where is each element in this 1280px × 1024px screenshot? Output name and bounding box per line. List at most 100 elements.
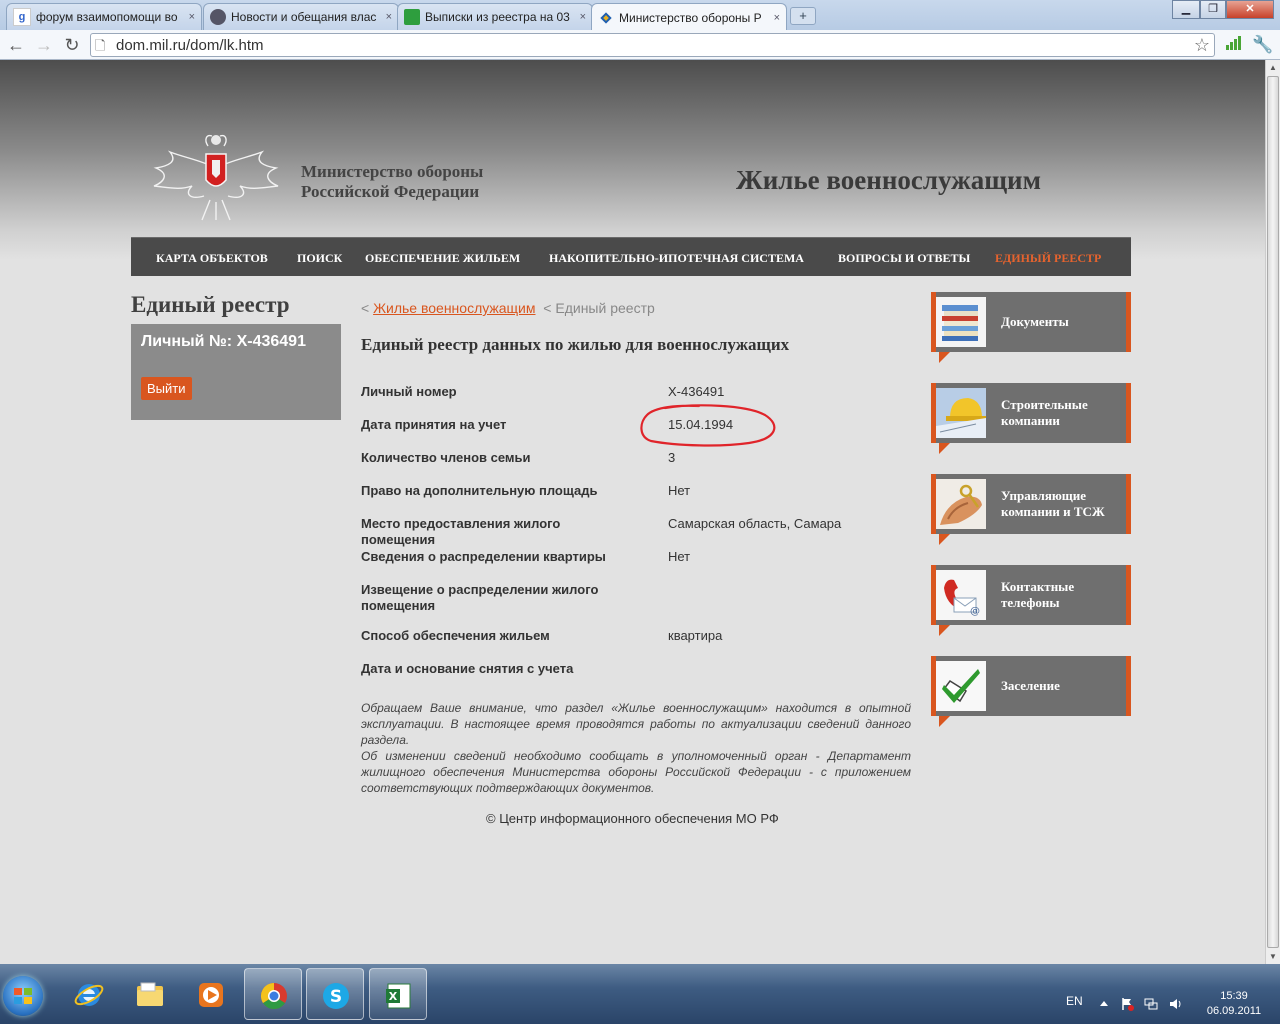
scrollbar-thumb[interactable]	[1267, 76, 1279, 948]
volume-icon[interactable]	[1168, 997, 1182, 1011]
taskbar-app-active[interactable]	[244, 968, 302, 1020]
tab-close-icon[interactable]: ×	[774, 12, 780, 24]
forward-arrow-icon[interactable]: →	[33, 34, 55, 56]
site-title: Жилье военнослужащим	[736, 165, 1042, 195]
row-value: Самарская область, Самара	[668, 516, 842, 531]
taskbar-app[interactable]: X	[369, 968, 427, 1020]
row-label: Извещение о распределении жилого помещен…	[361, 582, 599, 613]
explorer-folder-icon	[137, 982, 163, 1006]
main-navigation: КАРТА ОБЪЕКТОВ ПОИСК ОБЕСПЕЧЕНИЕ ЖИЛЬЕМ …	[131, 237, 1131, 276]
svg-text:S: S	[330, 987, 342, 1007]
vertical-scrollbar[interactable]: ▲ ▼	[1265, 60, 1280, 964]
row-label: Сведения о распределении квартиры	[361, 549, 606, 564]
nav-item-faq[interactable]: ВОПРОСЫ И ОТВЕТЫ	[838, 251, 970, 266]
breadcrumb-separator: <	[361, 300, 370, 316]
row-label: Способ обеспечения жильем	[361, 628, 550, 643]
svg-text:@: @	[970, 606, 980, 617]
sidebar-item-management[interactable]: Управляющие компании и ТСЖ	[931, 474, 1131, 545]
browser-tab-active[interactable]: Министерство обороны Р ×	[591, 3, 787, 31]
taskbar-app[interactable]	[121, 968, 179, 1020]
nav-item-housing[interactable]: ОБЕСПЕЧЕНИЕ ЖИЛЬЕМ	[365, 251, 520, 266]
scroll-up-arrow-icon[interactable]: ▲	[1266, 60, 1280, 75]
row-value: Нет	[668, 483, 691, 498]
maximize-button[interactable]: ❐	[1200, 0, 1226, 19]
keys-icon	[936, 479, 986, 529]
clock-time: 15:39	[1220, 990, 1248, 1002]
wrench-icon[interactable]: 🔧	[1252, 35, 1273, 55]
nav-item-search[interactable]: ПОИСК	[297, 251, 342, 266]
tab-close-icon[interactable]: ×	[580, 11, 586, 23]
annotation-circle	[640, 404, 776, 447]
browser-tab-bar: g форум взаимопомощи во × Новости и обещ…	[0, 0, 1280, 31]
ministry-name-line1: Министерство обороны	[301, 162, 484, 181]
phone-icon: @	[936, 570, 986, 620]
sidebar-item-documents[interactable]: Документы	[931, 292, 1131, 363]
web-page: Министерство обороны Российской Федераци…	[0, 60, 1265, 964]
excel-icon: X	[386, 983, 411, 1009]
notice-text: Обращаем Ваше внимание, что раздел «Жиль…	[361, 700, 911, 796]
taskbar-app[interactable]: S	[306, 968, 364, 1020]
minimize-button[interactable]: ▁	[1172, 0, 1200, 19]
row-label: Дата и основание снятия с учета	[361, 661, 574, 676]
sidebar-item-settlement[interactable]: Заселение	[931, 656, 1131, 727]
row-label: Дата принятия на учет	[361, 417, 507, 432]
new-tab-button[interactable]: +	[790, 7, 816, 25]
address-bar[interactable]: 🗋 dom.mil.ru/dom/lk.htm ☆	[90, 33, 1215, 57]
row-label: Право на дополнительную площадь	[361, 483, 598, 498]
browser-toolbar: ← → ↻ 🗋 dom.mil.ru/dom/lk.htm ☆	[0, 30, 1280, 60]
row-label: Количество членов семьи	[361, 450, 531, 465]
checkmark-icon	[936, 661, 986, 711]
nav-item-mortgage[interactable]: НАКОПИТЕЛЬНО-ИПОТЕЧНАЯ СИСТЕМА	[549, 251, 804, 266]
tab-close-icon[interactable]: ×	[386, 11, 392, 23]
nav-item-map[interactable]: КАРТА ОБЪЕКТОВ	[156, 251, 268, 266]
bookmark-star-icon[interactable]: ☆	[1194, 35, 1210, 56]
chrome-icon	[260, 982, 287, 1010]
row-label: Личный номер	[361, 384, 457, 399]
row-value: квартира	[668, 628, 723, 643]
emblem-eagle-icon	[153, 134, 279, 221]
sidebar-item-construction[interactable]: Строительные компании	[931, 383, 1131, 454]
breadcrumb-link[interactable]: Жилье военнослужащим	[373, 300, 535, 316]
clock-date: 06.09.2011	[1206, 1005, 1262, 1017]
account-panel: Личный №: Х-436491 Выйти	[131, 324, 341, 420]
sidebar-item-label: Документы	[1001, 314, 1069, 329]
documents-icon	[936, 297, 986, 347]
tab-close-icon[interactable]: ×	[189, 11, 195, 23]
network-icon[interactable]	[1144, 997, 1158, 1011]
media-player-icon	[199, 983, 223, 1007]
reload-icon[interactable]: ↻	[61, 34, 83, 56]
taskbar-app[interactable]	[182, 968, 240, 1020]
nav-item-registry[interactable]: ЕДИНЫЙ РЕЕСТР	[995, 251, 1101, 266]
tray-arrow-icon[interactable]	[1097, 997, 1111, 1011]
scroll-down-arrow-icon[interactable]: ▼	[1266, 949, 1280, 964]
ministry-name: Министерство обороны Российской Федераци…	[301, 162, 483, 202]
url-text[interactable]: dom.mil.ru/dom/lk.htm	[116, 37, 264, 54]
tile-pointer	[939, 443, 950, 454]
breadcrumb-current: Единый реестр	[555, 300, 655, 316]
row-value: Нет	[668, 549, 691, 564]
page-title: Единый реестр данных по жилью для военно…	[361, 335, 790, 354]
sidebar-item-contacts[interactable]: @ Контактные телефоны	[931, 565, 1131, 636]
action-center-flag-icon[interactable]	[1120, 997, 1134, 1011]
start-button-icon[interactable]	[3, 976, 43, 1016]
logout-button[interactable]: Выйти	[141, 377, 192, 400]
personal-number: Личный №: Х-436491	[141, 333, 306, 350]
browser-tab[interactable]: g форум взаимопомощи во ×	[6, 3, 202, 30]
back-arrow-icon[interactable]: ←	[5, 34, 27, 56]
sidebar-item-label: Контактные телефоны	[1001, 579, 1075, 610]
taskbar-app[interactable]	[60, 968, 118, 1020]
language-indicator[interactable]: EN	[1066, 994, 1083, 1008]
svg-text:X: X	[389, 990, 398, 1003]
tile-pointer	[939, 716, 950, 727]
tile-pointer	[939, 625, 950, 636]
browser-tab[interactable]: Новости и обещания влас ×	[203, 3, 399, 30]
browser-tab[interactable]: Выписки из реестра на 03 ×	[397, 3, 593, 30]
signal-bars-icon[interactable]	[1226, 36, 1241, 50]
ministry-icon	[598, 10, 614, 26]
notice-paragraph: Обращаем Ваше внимание, что раздел «Жиль…	[361, 701, 911, 747]
window-close-button[interactable]: ✕	[1226, 0, 1274, 19]
tab-title: Новости и обещания влас	[231, 10, 377, 24]
google-icon: g	[13, 8, 31, 26]
system-clock[interactable]: 15:39 06.09.2011	[1194, 989, 1274, 1019]
breadcrumb: < Жилье военнослужащим < Единый реестр	[361, 300, 655, 316]
